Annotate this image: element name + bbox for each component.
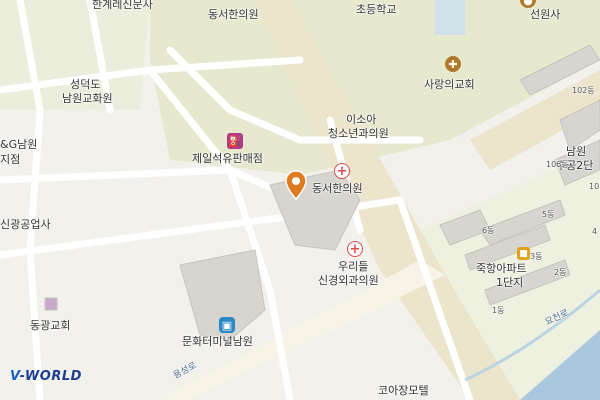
label-apt-1: 1동 <box>492 306 505 315</box>
label-ng-1: &G남원 <box>0 138 38 151</box>
label-uri-1: 우리들 <box>338 260 369 273</box>
map-canvas[interactable]: 한계레신문사 동서한의원 초등학교 ● 선원사 성덕도 남원교화원 ✚ 사랑의교… <box>0 0 600 400</box>
label-singwang: 신광공업사 <box>0 218 51 231</box>
bus-terminal-icon[interactable]: ▣ <box>219 317 235 333</box>
label-jeil: 제일석유판매점 <box>192 152 263 165</box>
label-apt-5: 5동 <box>542 210 555 219</box>
label-terminal: 문화터미널남원 <box>182 335 253 348</box>
label-dongseo-top: 동서한의원 <box>208 8 259 21</box>
label-dongseo: 동서한의원 <box>312 182 363 195</box>
label-jukhang-2: 1단지 <box>496 276 524 289</box>
hospital-icon[interactable]: + <box>347 241 363 257</box>
label-jukhang-1: 죽항아파트 <box>476 262 527 275</box>
map-base <box>0 0 600 400</box>
label-school: 초등학교 <box>356 3 397 16</box>
label-isoa-2: 청소년과의원 <box>328 127 389 140</box>
label-apt-106: 106동 <box>546 160 569 169</box>
hospital-icon[interactable]: + <box>334 163 350 179</box>
label-apt-2: 2동 <box>554 268 567 277</box>
label-kosha-motel: 코아장모텔 <box>378 384 429 397</box>
church-icon[interactable]: ✚ <box>445 56 461 72</box>
label-hanke: 한계레신문사 <box>92 0 153 11</box>
label-dongkwang: 동광교회 <box>30 319 71 332</box>
label-apt-6: 6동 <box>482 226 495 235</box>
label-namwon-right-1: 남원 <box>566 145 587 158</box>
label-namwon-church: 남원교화원 <box>62 92 113 105</box>
label-apt-3: 3동 <box>530 252 543 261</box>
label-ng-2: 지점 <box>0 153 21 166</box>
label-seonwonsa: 선원사 <box>530 8 561 21</box>
apartment-icon[interactable]: ■ <box>517 247 530 260</box>
label-seongdeok: 성덕도 <box>70 78 101 91</box>
gas-station-icon[interactable]: ⛽ <box>227 133 243 149</box>
label-apt-10: 10 <box>589 182 600 191</box>
label-apt-102: 102동 <box>572 86 595 95</box>
label-apt-4: 4 <box>592 227 598 236</box>
location-marker-icon[interactable] <box>285 170 307 200</box>
label-sarang-church: 사랑의교회 <box>424 78 475 91</box>
vworld-logo: V-WORLD <box>10 369 82 384</box>
label-isoa-1: 이소아 <box>346 113 377 126</box>
label-uri-2: 신경외과의원 <box>318 274 379 287</box>
